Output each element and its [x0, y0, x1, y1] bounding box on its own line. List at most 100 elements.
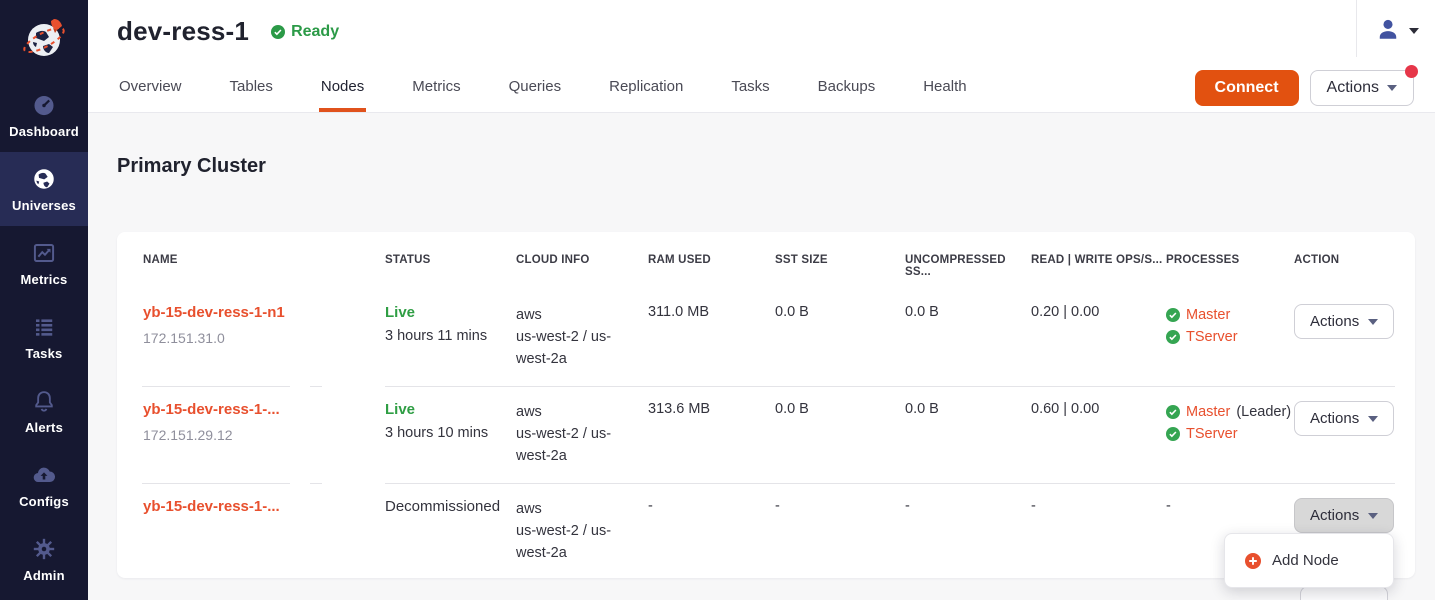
user-avatar-icon[interactable] [1375, 16, 1401, 42]
universe-actions-button[interactable]: Actions [1310, 70, 1414, 106]
sidebar-item-label: Dashboard [9, 124, 79, 139]
sidebar-item-label: Admin [23, 568, 64, 583]
sidebar-item-label: Metrics [21, 272, 68, 287]
tab-queries[interactable]: Queries [507, 68, 564, 112]
gear-icon [31, 536, 57, 562]
node-ops: - [1031, 498, 1166, 514]
node-sst: - [775, 498, 905, 514]
tab-metrics[interactable]: Metrics [410, 68, 462, 112]
page-title: Primary Cluster [117, 155, 1435, 178]
row-divider [142, 386, 1395, 387]
tab-tasks[interactable]: Tasks [729, 68, 771, 112]
node-actions-button[interactable]: Actions [1294, 304, 1394, 339]
node-ip: 172.151.31.0 [143, 330, 385, 346]
node-actions-button-open[interactable]: Actions [1294, 498, 1394, 533]
sidebar-item-configs[interactable]: Configs [0, 448, 88, 522]
table-row: yb-15-dev-ress-1-... 172.151.29.12 Live … [117, 387, 1415, 483]
node-region: us-west-2 / us-west-2a [516, 423, 628, 467]
process-tserver: TServer [1166, 423, 1294, 445]
plus-circle-icon [1245, 553, 1261, 569]
universe-actions-label: Actions [1327, 79, 1379, 97]
col-processes: PROCESSES [1166, 254, 1294, 266]
nodes-content: Primary Cluster NAME STATUS CLOUD INFO R… [88, 113, 1435, 600]
node-region: us-west-2 / us-west-2a [516, 520, 628, 564]
col-cloud-info: CLOUD INFO [516, 254, 648, 266]
table-header-row: NAME STATUS CLOUD INFO RAM USED SST SIZE… [117, 232, 1415, 290]
col-status: STATUS [385, 254, 516, 266]
check-circle-icon [271, 25, 285, 39]
node-uptime: 3 hours 11 mins [385, 328, 516, 344]
header-divider [1356, 0, 1357, 57]
node-name-link[interactable]: yb-15-dev-ress-1-... [143, 401, 385, 418]
universe-header: dev-ress-1 Ready Overview Tables Nodes M… [88, 0, 1435, 113]
chevron-down-icon [1387, 85, 1397, 91]
user-area [1356, 0, 1435, 57]
node-uncompressed: 0.0 B [905, 304, 1031, 320]
node-region: us-west-2 / us-west-2a [516, 326, 628, 370]
node-actions-button[interactable]: Actions [1294, 401, 1394, 436]
sidebar-item-tasks[interactable]: Tasks [0, 300, 88, 374]
tab-tables[interactable]: Tables [228, 68, 275, 112]
gauge-icon [31, 92, 57, 118]
user-menu-caret-icon[interactable] [1409, 28, 1419, 34]
node-sst: 0.0 B [775, 304, 905, 320]
col-read-write-ops: READ | WRITE OPS/S... [1031, 254, 1166, 266]
node-cloud: aws [516, 304, 628, 326]
check-circle-icon [1166, 427, 1180, 441]
sidebar-item-dashboard[interactable]: Dashboard [0, 78, 88, 152]
yugabyte-logo[interactable] [0, 0, 88, 78]
tab-replication[interactable]: Replication [607, 68, 685, 112]
tab-nodes[interactable]: Nodes [319, 68, 366, 112]
status-badge: Ready [271, 23, 339, 41]
partial-hidden-button [1300, 586, 1388, 600]
cloud-upload-icon [31, 462, 57, 488]
node-ops: 0.60 | 0.00 [1031, 401, 1166, 417]
node-uptime: 3 hours 10 mins [385, 425, 516, 441]
table-row: yb-15-dev-ress-1-... Decommissioned aws … [117, 484, 1415, 580]
nodes-table-card: NAME STATUS CLOUD INFO RAM USED SST SIZE… [117, 232, 1415, 578]
menu-item-add-node[interactable]: Add Node [1225, 548, 1393, 573]
chart-icon [31, 240, 57, 266]
node-ip: 172.151.29.12 [143, 427, 385, 443]
universe-tabs: Overview Tables Nodes Metrics Queries Re… [88, 68, 969, 112]
process-tserver: TServer [1166, 326, 1294, 348]
sidebar-item-admin[interactable]: Admin [0, 522, 88, 596]
yugabyte-logo-icon [20, 15, 68, 63]
node-ram: 311.0 MB [648, 304, 775, 320]
sidebar-item-metrics[interactable]: Metrics [0, 226, 88, 300]
menu-item-label: Add Node [1272, 552, 1339, 569]
sidebar-item-label: Alerts [25, 420, 63, 435]
table-row: yb-15-dev-ress-1-n1 172.151.31.0 Live 3 … [117, 290, 1415, 386]
node-status: Decommissioned [385, 498, 516, 515]
sidebar-item-alerts[interactable]: Alerts [0, 374, 88, 448]
row-divider [142, 483, 1395, 484]
globe-icon [31, 166, 57, 192]
tab-health[interactable]: Health [921, 68, 968, 112]
universe-title: dev-ress-1 [117, 16, 249, 47]
connect-button[interactable]: Connect [1195, 70, 1299, 106]
col-uncompressed: UNCOMPRESSED SS... [905, 254, 1031, 278]
list-icon [31, 314, 57, 340]
sidebar: Dashboard Universes Metrics Tasks [0, 0, 88, 600]
sidebar-item-label: Universes [12, 198, 76, 213]
chevron-down-icon [1368, 319, 1378, 325]
node-ops: 0.20 | 0.00 [1031, 304, 1166, 320]
tab-backups[interactable]: Backups [816, 68, 878, 112]
sidebar-item-label: Configs [19, 494, 69, 509]
status-badge-label: Ready [291, 23, 339, 41]
node-name-link[interactable]: yb-15-dev-ress-1-... [143, 498, 385, 515]
node-sst: 0.0 B [775, 401, 905, 417]
node-status: Live [385, 304, 516, 321]
col-sst-size: SST SIZE [775, 254, 905, 266]
bell-icon [31, 388, 57, 414]
sidebar-item-universes[interactable]: Universes [0, 152, 88, 226]
check-circle-icon [1166, 308, 1180, 322]
node-ram: - [648, 498, 775, 514]
node-status: Live [385, 401, 516, 418]
node-uncompressed: 0.0 B [905, 401, 1031, 417]
col-name: NAME [143, 254, 385, 266]
main-column: dev-ress-1 Ready Overview Tables Nodes M… [88, 0, 1435, 600]
chevron-down-icon [1368, 416, 1378, 422]
tab-overview[interactable]: Overview [117, 68, 184, 112]
node-name-link[interactable]: yb-15-dev-ress-1-n1 [143, 304, 385, 321]
